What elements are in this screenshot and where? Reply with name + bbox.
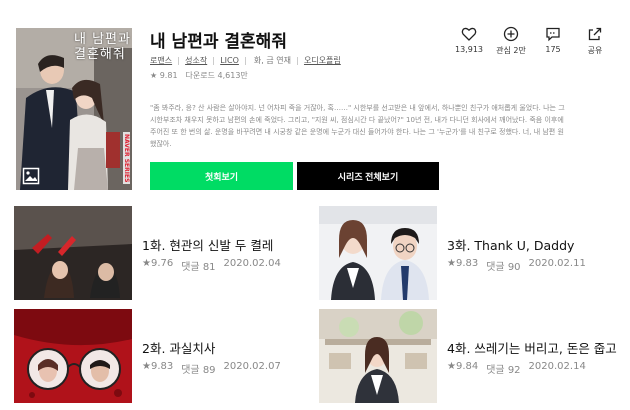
episode-meta: ★9.76 댓글 81 2020.02.04 [142, 258, 281, 273]
star-icon: ★ [150, 71, 158, 80]
subscribe-button[interactable]: 관심 2만 [490, 26, 532, 56]
series-meta: 로맨스 성소작 LICO 화, 금 연재 오디오플립 [150, 55, 341, 66]
episode-date: 2020.02.11 [528, 258, 586, 269]
rating-value: 9.81 [159, 71, 178, 80]
publisher-link[interactable]: 오디오플립 [304, 55, 341, 66]
episode-thumbnail[interactable] [14, 309, 132, 403]
series-rating: ★ 9.81 [150, 71, 178, 80]
share-label: 공유 [587, 46, 603, 55]
view-all-series-button[interactable]: 시리즈 전체보기 [297, 162, 439, 190]
author-link-1[interactable]: 성소작 [185, 55, 207, 66]
episode-meta: ★9.83 댓글 89 2020.02.07 [142, 361, 281, 376]
episode-thumbnail[interactable] [319, 309, 437, 403]
download-count: 다운로드 4,613만 [185, 71, 248, 80]
comment-icon [546, 27, 560, 42]
episode-comments: 댓글 92 [486, 365, 521, 376]
episode-item-1[interactable]: 1화. 현관의 신발 두 켤레 ★9.76 댓글 81 2020.02.04 [14, 206, 314, 300]
heart-icon [461, 27, 477, 41]
comments-button[interactable]: 175 [532, 26, 574, 56]
episode-meta: ★9.84 댓글 92 2020.02.14 [447, 361, 586, 376]
first-episode-button[interactable]: 첫회보기 [150, 162, 293, 190]
episode-title: 2화. 과실치사 [142, 341, 216, 356]
episode-comments: 댓글 90 [486, 262, 521, 273]
divider [178, 56, 180, 65]
divider [244, 56, 246, 65]
episode-title: 1화. 현관의 신발 두 켤레 [142, 238, 274, 253]
subscribe-label: 관심 2만 [496, 46, 526, 55]
action-bar: 13,913 관심 2만 175 공유 [448, 26, 616, 56]
episode-date: 2020.02.04 [223, 258, 281, 269]
series-title: 내 남편과 결혼해줘 [150, 32, 287, 52]
series-synopsis: "좀 봐주라, 응? 산 사람은 살아야지. 넌 어차피 죽을 거잖아, 혹……… [150, 104, 565, 148]
episode-comments: 댓글 89 [181, 365, 216, 376]
divider [296, 56, 298, 65]
episode-rating: ★9.83 [447, 258, 479, 269]
episode-date: 2020.02.07 [223, 361, 281, 372]
series-stats: ★ 9.81 다운로드 4,613만 [150, 70, 248, 81]
episode-rating: ★9.76 [142, 258, 174, 269]
episode-thumbnail[interactable] [14, 206, 132, 300]
genre-link[interactable]: 로맨스 [150, 55, 172, 66]
series-cover[interactable]: 내 남편과 결혼해줘 NAVER SERIES [16, 28, 132, 190]
episode-date: 2020.02.14 [528, 361, 586, 372]
episode-rating: ★9.83 [142, 361, 174, 372]
episode-title: 3화. Thank U, Daddy [447, 238, 575, 253]
comment-count: 175 [545, 45, 561, 54]
episode-item-3[interactable]: 3화. Thank U, Daddy ★9.83 댓글 90 2020.02.1… [319, 206, 619, 300]
episode-comments: 댓글 81 [181, 262, 216, 273]
author-link-2[interactable]: LICO [220, 56, 239, 65]
episode-item-2[interactable]: 2화. 과실치사 ★9.83 댓글 89 2020.02.07 [14, 309, 314, 403]
share-icon [588, 27, 602, 41]
image-icon[interactable] [22, 167, 40, 185]
episode-rating: ★9.84 [447, 361, 479, 372]
share-button[interactable]: 공유 [574, 26, 616, 56]
like-button[interactable]: 13,913 [448, 26, 490, 56]
cover-title: 내 남편과 결혼해줘 [74, 32, 131, 62]
episode-thumbnail[interactable] [319, 206, 437, 300]
cover-badge: NAVER SERIES [123, 131, 130, 184]
episode-meta: ★9.83 댓글 90 2020.02.11 [447, 258, 586, 273]
schedule-text: 화, 금 연재 [253, 56, 291, 65]
episode-item-4[interactable]: 4화. 쓰레기는 버리고, 돈은 줍고 ★9.84 댓글 92 2020.02.… [319, 309, 619, 403]
plus-circle-icon [503, 26, 519, 42]
divider [213, 56, 215, 65]
like-count: 13,913 [455, 45, 483, 54]
episode-title: 4화. 쓰레기는 버리고, 돈은 줍고 [447, 341, 617, 356]
